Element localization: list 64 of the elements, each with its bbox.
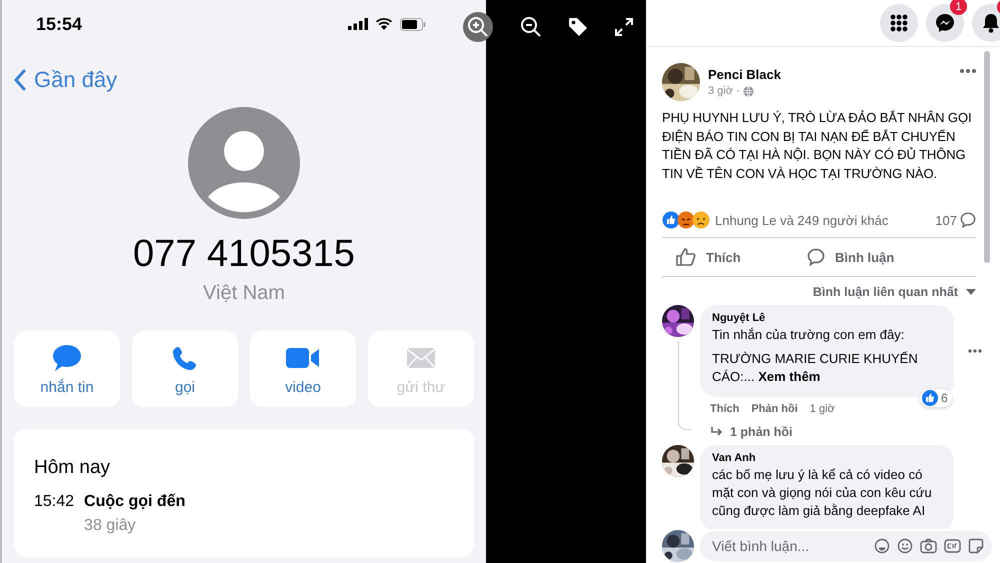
globe-icon [742, 86, 754, 96]
reaction-summary[interactable]: Lnhung Le và 249 người khác [715, 212, 888, 228]
comment-text: các bố mẹ lưu ý là kể cả có video có mặt con và giọng nói của con kêu cứu cũng được làm giả bằng deepfake AI [712, 466, 933, 520]
fullscreen-icon[interactable] [614, 18, 633, 36]
back-link[interactable]: Gần đây [14, 67, 118, 93]
country-label: Việt Nam [203, 282, 285, 305]
post-text: PHỤ HUYNH LƯU Ý, TRÒ LỪA ĐẢO BẮT NHÂN GỌI ĐIỆN BÁO TIN CON BỊ TAI NẠN ĐỂ BẮT CHUYỂN TIỀN ĐÃ CÓ TẠI HÀ NỘI. BỌN NÀY CÓ ĐỦ THÔNG TIN VỀ TÊN CON VÀ HỌC TẠI TRƯỜNG NÀO. [662, 109, 972, 182]
zoom-out-icon[interactable] [520, 16, 542, 38]
bell-icon [982, 13, 1000, 33]
menu-button[interactable] [880, 4, 918, 42]
phone-icon [172, 344, 198, 370]
avatar-icon [188, 107, 300, 219]
scrollbar[interactable] [984, 51, 990, 263]
like-button[interactable]: Thích [670, 244, 785, 270]
caret-icon [966, 289, 976, 295]
notification-badge: 1 [950, 0, 967, 15]
like-link[interactable]: Thích [710, 403, 740, 415]
post-time[interactable]: 3 giờ · [708, 85, 740, 97]
reply-link[interactable]: Phản hồi [751, 403, 798, 415]
grid-menu-icon [890, 14, 908, 32]
call-time: 15:42 [34, 493, 74, 512]
avatar-sticker-icon[interactable] [874, 538, 890, 554]
more-icon[interactable] [968, 349, 982, 353]
wifi-icon [376, 18, 392, 30]
comment-button[interactable]: Bình luận [801, 244, 916, 270]
emoji-icon[interactable] [897, 538, 913, 554]
comment-bar[interactable]: Viết bình luận... [700, 531, 992, 561]
reply-arrow-icon [710, 426, 724, 438]
comment-text: Tin nhắn của trường con em đây: [712, 326, 906, 344]
comment-age: 1 giờ [810, 403, 835, 415]
camera-icon[interactable] [920, 538, 937, 554]
like-reaction-icon [922, 390, 938, 406]
gif-icon[interactable] [944, 539, 961, 553]
comment-count[interactable]: 107 [935, 212, 976, 228]
message-button[interactable]: nhắn tin [14, 331, 120, 407]
see-more-link[interactable]: Xem thêm [758, 369, 820, 384]
messenger-icon [935, 13, 955, 33]
comment-author[interactable]: Nguyệt Lê [712, 312, 766, 324]
call-duration: 38 giây [84, 517, 137, 535]
video-button[interactable]: video [250, 331, 356, 407]
phone-number: 077 4105315 [133, 233, 355, 276]
more-icon[interactable] [960, 69, 976, 73]
comment-text: TRƯỜNG MARIE CURIE KHUYẾN CÁO:... Xem thêm [712, 350, 919, 386]
history-heading: Hôm nay [34, 457, 110, 479]
envelope-icon [406, 346, 436, 368]
call-type: Cuộc gọi đến [84, 493, 186, 511]
comment-author[interactable]: Van Anh [712, 452, 756, 464]
signal-icon [348, 18, 368, 30]
post-author[interactable]: Penci Black [708, 67, 781, 82]
reactions-drawing [662, 211, 710, 229]
battery-icon [400, 18, 426, 30]
thumbs-up-icon [676, 248, 696, 266]
tag-icon[interactable] [568, 17, 588, 37]
video-camera-icon [286, 346, 320, 368]
call-button[interactable]: gọi [132, 331, 238, 407]
view-replies-link[interactable]: 1 phản hồi [710, 425, 792, 439]
sticker-icon[interactable] [968, 538, 984, 554]
chevron-icon [14, 69, 26, 91]
comment-icon [960, 212, 976, 228]
message-bubble-icon [52, 344, 82, 372]
reaction-count: 6 [920, 389, 952, 407]
comment-sort-dropdown[interactable]: Bình luận liên quan nhất [812, 285, 976, 299]
status-time: 15:54 [36, 14, 82, 34]
comment-icon [807, 248, 825, 266]
